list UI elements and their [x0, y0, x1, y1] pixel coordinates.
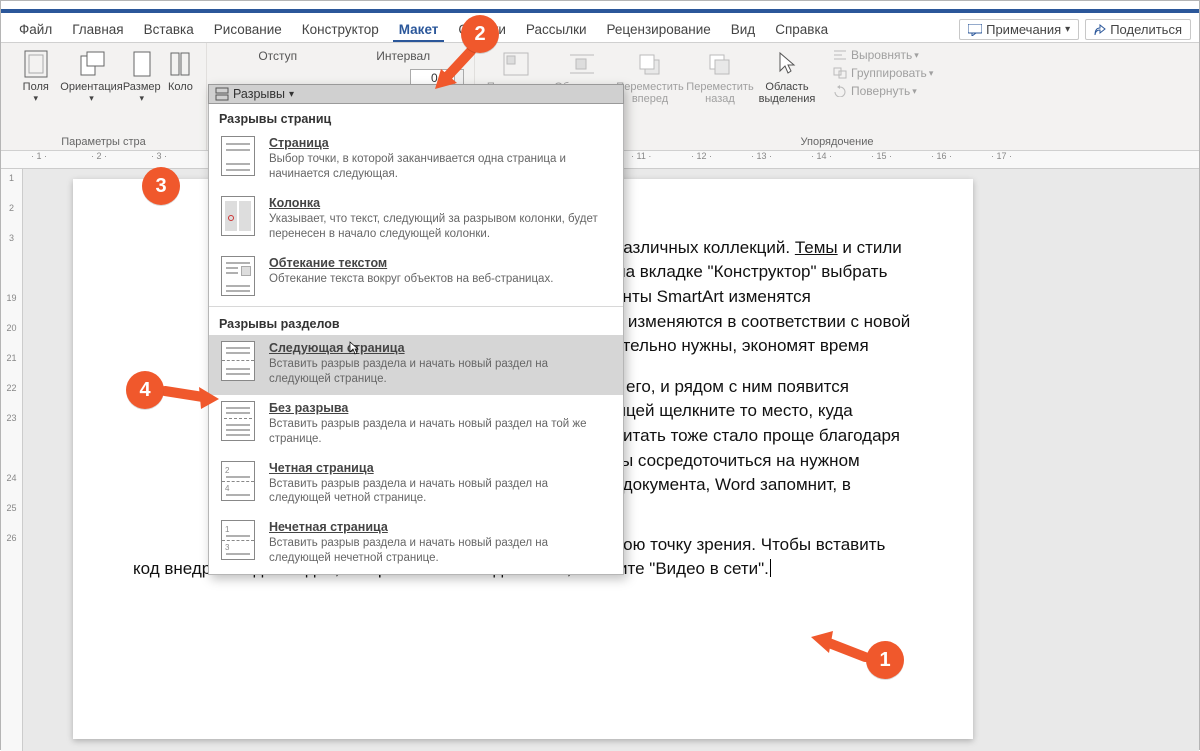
- page-setup-group-label: Параметры стра: [9, 134, 198, 148]
- break-column[interactable]: КолонкаУказывает, что текст, следующий з…: [209, 190, 623, 250]
- bring-forward-button: Переместить вперед: [615, 47, 685, 107]
- orientation-icon: [78, 50, 106, 78]
- tab-mailings[interactable]: Рассылки: [516, 18, 597, 41]
- tab-design[interactable]: Конструктор: [292, 18, 389, 41]
- comments-button[interactable]: Примечания ▾: [959, 19, 1079, 40]
- columns-button[interactable]: Коло: [163, 47, 198, 95]
- orientation-button[interactable]: Ориентация ▾: [63, 47, 121, 106]
- tab-layout[interactable]: Макет: [389, 18, 449, 41]
- tab-file[interactable]: Файл: [9, 18, 62, 41]
- next-page-break-icon: [221, 341, 255, 381]
- wrap-icon: [568, 51, 596, 77]
- break-continuous[interactable]: Без разрываВставить разрыв раздела и нач…: [209, 395, 623, 455]
- breaks-icon: [215, 87, 229, 101]
- doc-text: и стили: [838, 238, 902, 257]
- share-button[interactable]: Поделиться: [1085, 19, 1191, 40]
- tab-view[interactable]: Вид: [721, 18, 765, 41]
- selection-icon: [776, 51, 798, 77]
- comment-icon: [968, 24, 982, 36]
- group-button: Группировать ▾: [829, 65, 937, 81]
- arrow-4-icon: [159, 381, 225, 411]
- group-icon: [833, 67, 847, 79]
- indent-heading: Отступ: [215, 49, 341, 63]
- share-label: Поделиться: [1110, 22, 1182, 37]
- even-page-break-icon: 2 4: [221, 461, 255, 501]
- break-text-wrapping[interactable]: Обтекание текстомОбтекание текста вокруг…: [209, 250, 623, 304]
- breaks-button[interactable]: Разрывы▾: [208, 84, 624, 104]
- columns-icon: [169, 51, 191, 77]
- size-button[interactable]: Размер ▾: [121, 47, 163, 106]
- margins-icon: [23, 49, 49, 79]
- tab-draw[interactable]: Рисование: [204, 18, 292, 41]
- comments-label: Примечания: [986, 22, 1061, 37]
- send-backward-button: Переместить назад: [685, 47, 755, 107]
- cursor-icon: [349, 341, 359, 355]
- selection-pane-button[interactable]: Область выделения: [755, 47, 819, 107]
- annotation-3: 3: [142, 167, 180, 205]
- continuous-break-icon: [221, 401, 255, 441]
- rotate-icon: [833, 85, 847, 97]
- breaks-section-pages: Разрывы страниц: [209, 104, 623, 130]
- page-break-icon: [221, 136, 255, 176]
- tab-review[interactable]: Рецензирование: [597, 18, 721, 41]
- align-icon: [833, 49, 847, 61]
- annotation-2: 2: [461, 15, 499, 53]
- backward-icon: [707, 52, 733, 76]
- text-cursor: [770, 559, 771, 577]
- break-next-page[interactable]: Следующая страница Вставить разрыв разде…: [209, 335, 623, 395]
- breaks-section-sections: Разрывы разделов: [209, 309, 623, 335]
- break-page[interactable]: СтраницаВыбор точки, в которой заканчива…: [209, 130, 623, 190]
- arrow-1-icon: [807, 631, 873, 667]
- size-icon: [132, 50, 152, 78]
- tab-help[interactable]: Справка: [765, 18, 838, 41]
- tab-insert[interactable]: Вставка: [134, 18, 204, 41]
- odd-page-break-icon: 1 3: [221, 520, 255, 560]
- forward-icon: [637, 52, 663, 76]
- align-button: Выровнять ▾: [829, 47, 937, 63]
- position-icon: [502, 51, 530, 77]
- ribbon-tabs: Файл Главная Вставка Рисование Конструкт…: [1, 13, 1199, 43]
- vertical-ruler[interactable]: 1231920212223242526: [1, 169, 23, 751]
- doc-link[interactable]: Темы: [795, 238, 838, 257]
- break-even-page[interactable]: 2 4 Четная страницаВставить разрыв разде…: [209, 455, 623, 515]
- margins-button[interactable]: Поля ▾: [9, 47, 63, 106]
- annotation-4: 4: [126, 371, 164, 409]
- tab-home[interactable]: Главная: [62, 18, 133, 41]
- column-break-icon: [221, 196, 255, 236]
- textwrap-break-icon: [221, 256, 255, 296]
- breaks-dropdown: Разрывы▾ Разрывы страниц СтраницаВыбор т…: [208, 84, 624, 575]
- break-odd-page[interactable]: 1 3 Нечетная страницаВставить разрыв раз…: [209, 514, 623, 574]
- share-icon: [1094, 24, 1106, 36]
- annotation-1: 1: [866, 641, 904, 679]
- ribbon: Поля ▾ Ориентация ▾ Размер ▾ Коло Параме…: [1, 43, 1199, 151]
- rotate-button: Повернуть ▾: [829, 83, 937, 99]
